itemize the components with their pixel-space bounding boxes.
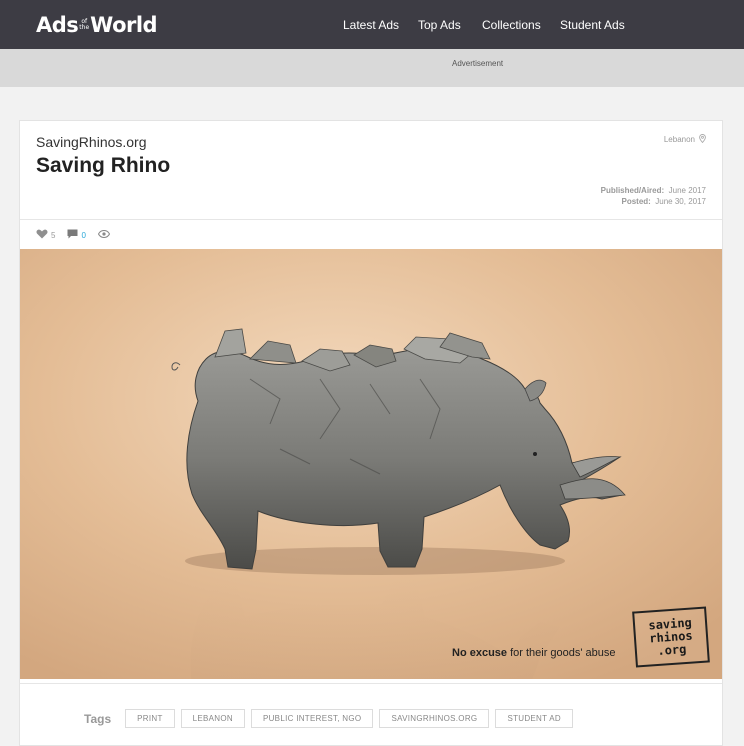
- published-row: Published/Aired: June 2017: [601, 185, 706, 196]
- tag-lebanon[interactable]: LEBANON: [180, 709, 245, 728]
- posted-value: June 30, 2017: [655, 197, 706, 206]
- post-brand[interactable]: SavingRhinos.org: [36, 134, 147, 150]
- logo-the-text: the: [79, 24, 90, 31]
- top-navigation-bar: Ads of the World Latest Ads Top Ads Coll…: [0, 0, 744, 49]
- image-divider: [20, 683, 722, 684]
- nav-top-ads[interactable]: Top Ads: [418, 18, 461, 32]
- logo-world-text: World: [90, 13, 158, 37]
- tag-student-ad[interactable]: STUDENT AD: [495, 709, 573, 728]
- nav-latest-ads[interactable]: Latest Ads: [343, 18, 399, 32]
- published-label: Published/Aired:: [600, 186, 665, 195]
- post-dates: Published/Aired: June 2017 Posted: June …: [601, 185, 706, 207]
- posted-label: Posted:: [621, 197, 651, 206]
- advertisement-banner[interactable]: Advertisement: [0, 49, 744, 87]
- savingrhinos-logo-stamp: saving rhinos .org: [632, 606, 710, 668]
- location-text: Lebanon: [663, 135, 695, 144]
- views-indicator: [97, 229, 111, 240]
- header-divider: [20, 219, 722, 220]
- tag-print[interactable]: PRINT: [125, 709, 175, 728]
- page-title: Saving Rhino: [36, 154, 171, 177]
- tags-row: Tags PRINT LEBANON PUBLIC INTEREST, NGO …: [84, 709, 579, 728]
- ad-artwork-image[interactable]: No excuse for their goods' abuse saving …: [20, 249, 722, 679]
- tag-savingrhinos-org[interactable]: SAVINGRHINOS.ORG: [379, 709, 490, 728]
- posted-row: Posted: June 30, 2017: [601, 196, 706, 207]
- comment-icon: [67, 229, 78, 241]
- nav-student-ads[interactable]: Student Ads: [560, 18, 625, 32]
- like-count: 5: [51, 230, 56, 240]
- ad-tagline: No excuse for their goods' abuse: [452, 647, 616, 659]
- post-location[interactable]: Lebanon: [664, 134, 706, 145]
- published-value: June 2017: [668, 186, 706, 195]
- heart-icon: [36, 229, 48, 241]
- logo-ads-text: Ads: [36, 13, 79, 37]
- comment-count: 0: [81, 230, 86, 240]
- advertisement-text: Advertisement: [452, 59, 504, 68]
- tagline-rest: for their goods' abuse: [507, 647, 616, 659]
- tagline-bold: No excuse: [452, 647, 508, 659]
- stamp-line-3: .org: [656, 641, 687, 658]
- tags-label: Tags: [84, 711, 112, 726]
- site-logo[interactable]: Ads of the World: [36, 11, 158, 39]
- rhino-artwork: [20, 249, 722, 679]
- post-stats: 5 0: [36, 229, 122, 241]
- logo-of-the: of the: [79, 19, 89, 31]
- map-pin-icon: [699, 134, 706, 145]
- like-button[interactable]: 5: [36, 229, 55, 241]
- tag-public-interest-ngo[interactable]: PUBLIC INTEREST, NGO: [250, 709, 374, 728]
- ad-post-card: SavingRhinos.org Saving Rhino Lebanon Pu…: [19, 120, 723, 746]
- eye-icon: [97, 229, 111, 240]
- comment-button[interactable]: 0: [67, 229, 86, 241]
- nav-collections[interactable]: Collections: [482, 18, 541, 32]
